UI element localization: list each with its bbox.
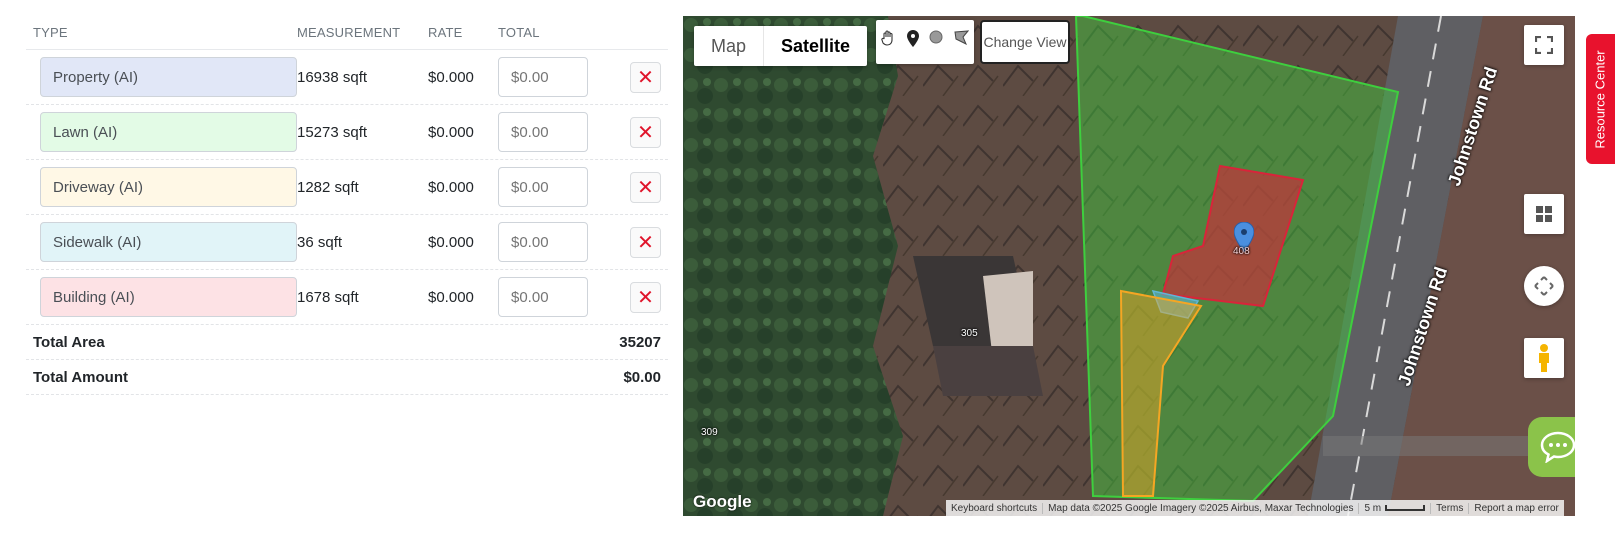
total-input[interactable] bbox=[498, 57, 588, 97]
scale-control[interactable]: 5 m bbox=[1358, 502, 1430, 514]
chat-bubble-icon bbox=[1540, 431, 1575, 463]
terms-link[interactable]: Terms bbox=[1430, 502, 1468, 514]
hand-icon[interactable] bbox=[881, 30, 896, 50]
type-field-driveway[interactable]: Driveway (AI) bbox=[40, 167, 297, 207]
resource-center-tab[interactable]: Resource Center bbox=[1586, 34, 1615, 164]
total-amount-label: Total Amount bbox=[33, 368, 128, 386]
chat-button[interactable] bbox=[1528, 417, 1575, 477]
delete-row-button[interactable]: ✕ bbox=[630, 171, 661, 203]
rate-value: $0.000 bbox=[428, 233, 474, 251]
table-header: TYPE MEASUREMENT RATE TOTAL bbox=[26, 16, 668, 50]
polygon-icon[interactable] bbox=[954, 30, 969, 49]
total-input[interactable] bbox=[498, 277, 588, 317]
pegman-icon bbox=[1539, 344, 1549, 372]
scale-bar bbox=[1385, 504, 1426, 511]
table-row: Sidewalk (AI) 36 sqft $0.000 ✕ bbox=[26, 215, 668, 270]
type-field-sidewalk[interactable]: Sidewalk (AI) bbox=[40, 222, 297, 262]
keyboard-shortcuts-link[interactable]: Keyboard shortcuts bbox=[946, 503, 1042, 514]
change-view-button[interactable]: Change View bbox=[980, 20, 1070, 64]
resource-center-label: Resource Center bbox=[1593, 49, 1608, 149]
header-total: TOTAL bbox=[498, 25, 540, 40]
delete-row-button[interactable]: ✕ bbox=[630, 116, 661, 148]
fullscreen-icon bbox=[1535, 36, 1553, 54]
table-row: Building (AI) 1678 sqft $0.000 ✕ bbox=[26, 270, 668, 325]
close-icon: ✕ bbox=[637, 121, 654, 144]
grid-icon bbox=[1536, 206, 1552, 222]
delete-row-button[interactable]: ✕ bbox=[630, 281, 661, 313]
close-icon: ✕ bbox=[637, 176, 654, 199]
type-field-building[interactable]: Building (AI) bbox=[40, 277, 297, 317]
table-row: Driveway (AI) 1282 sqft $0.000 ✕ bbox=[26, 160, 668, 215]
scale-label: 5 m bbox=[1364, 502, 1382, 514]
close-icon: ✕ bbox=[637, 286, 654, 309]
total-amount-value: $0.00 bbox=[623, 368, 661, 386]
type-field-property[interactable]: Property (AI) bbox=[40, 57, 297, 97]
circle-icon[interactable] bbox=[929, 30, 943, 48]
layers-button[interactable] bbox=[1524, 194, 1564, 234]
total-input[interactable] bbox=[498, 167, 588, 207]
total-input[interactable] bbox=[498, 222, 588, 262]
type-field-lawn[interactable]: Lawn (AI) bbox=[40, 112, 297, 152]
map-type-map-button[interactable]: Map bbox=[694, 26, 763, 66]
rate-value: $0.000 bbox=[428, 178, 474, 196]
measurement-value: 1282 sqft bbox=[297, 178, 359, 196]
close-icon: ✕ bbox=[637, 231, 654, 254]
satellite-map[interactable]: 305 309 Johnstown Rd Johnstown Rd 408 Ma… bbox=[683, 16, 1575, 516]
house-number-label: 305 bbox=[961, 328, 978, 339]
rate-value: $0.000 bbox=[428, 68, 474, 86]
map-type-control: Map Satellite bbox=[694, 26, 868, 66]
map-type-satellite-button[interactable]: Satellite bbox=[763, 26, 867, 66]
close-icon: ✕ bbox=[637, 66, 654, 89]
measurements-table: TYPE MEASUREMENT RATE TOTAL Property (AI… bbox=[26, 16, 668, 395]
table-row: Lawn (AI) 15273 sqft $0.000 ✕ bbox=[26, 105, 668, 160]
total-area-label: Total Area bbox=[33, 333, 105, 351]
rate-value: $0.000 bbox=[428, 288, 474, 306]
google-logo: Google bbox=[693, 492, 752, 511]
map-data-text: Map data ©2025 Google Imagery ©2025 Airb… bbox=[1042, 502, 1358, 514]
fullscreen-button[interactable] bbox=[1524, 25, 1564, 65]
header-type: TYPE bbox=[33, 25, 68, 40]
street-view-button[interactable] bbox=[1524, 338, 1564, 378]
rate-value: $0.000 bbox=[428, 123, 474, 141]
total-area-row: Total Area 35207 bbox=[26, 325, 668, 360]
header-rate: RATE bbox=[428, 25, 463, 40]
satellite-imagery bbox=[683, 16, 1575, 516]
house-number-label: 309 bbox=[701, 427, 718, 438]
header-measurement: MEASUREMENT bbox=[297, 25, 401, 40]
recenter-button[interactable] bbox=[1524, 266, 1564, 306]
measurement-value: 1678 sqft bbox=[297, 288, 359, 306]
house-number-label: 408 bbox=[1233, 246, 1250, 257]
map-attribution: Keyboard shortcuts Map data ©2025 Google… bbox=[946, 500, 1564, 516]
table-row: Property (AI) 16938 sqft $0.000 ✕ bbox=[26, 50, 668, 105]
total-area-value: 35207 bbox=[619, 333, 661, 351]
marker-icon[interactable] bbox=[906, 30, 919, 51]
measurement-value: 16938 sqft bbox=[297, 68, 368, 86]
delete-row-button[interactable]: ✕ bbox=[630, 226, 661, 258]
move-arrows-icon bbox=[1534, 276, 1554, 296]
report-error-link[interactable]: Report a map error bbox=[1468, 502, 1563, 514]
measurement-value: 15273 sqft bbox=[297, 123, 368, 141]
total-amount-row: Total Amount $0.00 bbox=[26, 360, 668, 395]
total-input[interactable] bbox=[498, 112, 588, 152]
measurement-value: 36 sqft bbox=[297, 233, 343, 251]
drawing-toolbar bbox=[876, 20, 974, 64]
delete-row-button[interactable]: ✕ bbox=[630, 61, 661, 93]
